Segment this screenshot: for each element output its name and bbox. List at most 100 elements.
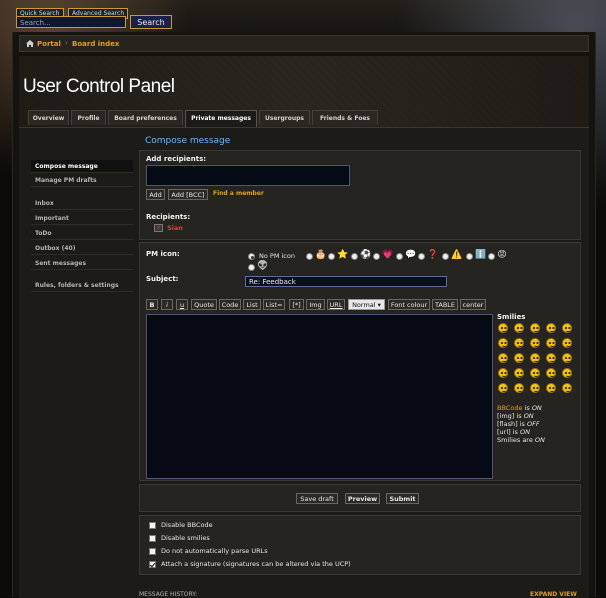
subject-label: Subject: bbox=[146, 275, 179, 283]
smiley-icon[interactable] bbox=[546, 338, 556, 348]
smiley-icon[interactable] bbox=[514, 323, 524, 333]
disable-bbcode-checkbox[interactable] bbox=[149, 522, 156, 529]
main-panel: Portal › Board index User Control Panel … bbox=[12, 32, 596, 598]
smiley-icon[interactable] bbox=[514, 383, 524, 393]
pm-icon-radio-7[interactable] bbox=[442, 253, 449, 260]
underline-button[interactable]: u bbox=[176, 299, 188, 310]
smiley-icon[interactable] bbox=[498, 368, 508, 378]
italic-button[interactable]: i bbox=[161, 299, 173, 310]
font-colour-button[interactable]: Font colour bbox=[388, 299, 430, 310]
smiley-icon[interactable] bbox=[562, 338, 572, 348]
breadcrumb-portal[interactable]: Portal bbox=[37, 40, 61, 48]
url-button[interactable]: URL bbox=[327, 299, 345, 310]
sidebar-item-todo[interactable]: ToDo bbox=[31, 227, 133, 240]
smiley-icon[interactable] bbox=[562, 383, 572, 393]
chevron-down-icon: ▾ bbox=[375, 301, 381, 309]
smiley-icon[interactable] bbox=[498, 353, 508, 363]
smiley-icon[interactable] bbox=[530, 383, 540, 393]
recipient-name[interactable]: Sian bbox=[167, 224, 183, 232]
smiley-icon[interactable] bbox=[514, 368, 524, 378]
img-state: ON bbox=[523, 412, 534, 420]
smiley-icon[interactable] bbox=[530, 338, 540, 348]
breadcrumb-board-index[interactable]: Board index bbox=[72, 40, 119, 48]
smilies-label: Smilies bbox=[497, 313, 526, 321]
smiley-icon[interactable] bbox=[546, 353, 556, 363]
smiley-icon[interactable] bbox=[546, 368, 556, 378]
pm-icon-radio-4[interactable] bbox=[373, 253, 380, 260]
center-button[interactable]: center bbox=[460, 299, 486, 310]
pm-icon-radio-1[interactable] bbox=[306, 253, 313, 260]
list-item-button[interactable]: [*] bbox=[289, 299, 304, 310]
smiley-icon[interactable] bbox=[546, 323, 556, 333]
smiley-icon[interactable] bbox=[530, 323, 540, 333]
sidebar-item-manage-drafts[interactable]: Manage PM drafts bbox=[31, 174, 133, 187]
sidebar-item-rules[interactable]: Rules, folders & settings bbox=[31, 279, 133, 292]
quote-button[interactable]: Quote bbox=[191, 299, 217, 310]
font-size-select[interactable]: Normal ▾ bbox=[348, 299, 385, 310]
flash-state: OFF bbox=[527, 420, 540, 428]
save-draft-button[interactable]: Save draft bbox=[296, 493, 338, 504]
smiley-icon[interactable] bbox=[562, 368, 572, 378]
attach-signature-checkbox[interactable] bbox=[149, 561, 156, 568]
smiley-icon[interactable] bbox=[562, 323, 572, 333]
sidebar-item-outbox[interactable]: Outbox (40) bbox=[31, 242, 133, 255]
tab-usergroups[interactable]: Usergroups bbox=[259, 110, 310, 125]
options-panel: Disable BBCode Disable smilies Do not au… bbox=[139, 515, 581, 575]
list-button[interactable]: List bbox=[243, 299, 261, 310]
table-button[interactable]: TABLE bbox=[432, 299, 458, 310]
smiley-icon[interactable] bbox=[498, 338, 508, 348]
sidebar-item-compose[interactable]: Compose message bbox=[31, 160, 133, 173]
no-parse-urls-label: Do not automatically parse URLs bbox=[161, 547, 268, 555]
sidebar-item-sent[interactable]: Sent messages bbox=[31, 257, 133, 270]
bold-button[interactable]: B bbox=[146, 299, 158, 310]
speech-bubble-icon: 💬 bbox=[405, 250, 417, 260]
recipients-label: Recipients: bbox=[146, 213, 191, 221]
subject-field[interactable]: Re: Feedback bbox=[245, 276, 447, 287]
submit-button[interactable]: Submit bbox=[386, 493, 419, 504]
tab-board-preferences[interactable]: Board preferences bbox=[108, 110, 183, 125]
add-button[interactable]: Add bbox=[146, 189, 165, 200]
attach-signature-label: Attach a signature (signatures can be al… bbox=[161, 560, 351, 568]
add-recipients-label: Add recipients: bbox=[146, 155, 207, 163]
format-toolbar: B i u Quote Code List List= [*] Img URL … bbox=[146, 299, 496, 311]
smiley-icon[interactable] bbox=[498, 383, 508, 393]
smiley-icon[interactable] bbox=[530, 368, 540, 378]
recipients-panel: Add recipients: Add Add [BCC] Find a mem… bbox=[139, 150, 581, 240]
no-parse-urls-checkbox[interactable] bbox=[149, 548, 156, 555]
remove-recipient-icon[interactable]: x bbox=[154, 224, 163, 232]
tab-overview[interactable]: Overview bbox=[28, 110, 69, 125]
message-textarea[interactable] bbox=[146, 314, 493, 479]
pm-icon-radio-3[interactable] bbox=[351, 253, 358, 260]
pm-icon-radio-5[interactable] bbox=[396, 253, 403, 260]
smiley-icon[interactable] bbox=[514, 338, 524, 348]
no-pm-icon-radio[interactable] bbox=[248, 253, 255, 260]
preview-button[interactable]: Preview bbox=[345, 493, 380, 504]
tab-friends-foes[interactable]: Friends & Foes bbox=[312, 110, 378, 125]
sidebar-item-inbox[interactable]: Inbox bbox=[31, 197, 133, 210]
smiley-icon[interactable] bbox=[546, 383, 556, 393]
disable-smilies-checkbox[interactable] bbox=[149, 535, 156, 542]
add-bcc-button[interactable]: Add [BCC] bbox=[168, 189, 208, 200]
smiley-icon[interactable] bbox=[530, 353, 540, 363]
list-eq-button[interactable]: List= bbox=[263, 299, 285, 310]
tab-profile[interactable]: Profile bbox=[71, 110, 106, 125]
pm-icon-radio-9[interactable] bbox=[488, 253, 495, 260]
pm-icon-radio-2[interactable] bbox=[328, 253, 335, 260]
smiley-icon[interactable] bbox=[498, 323, 508, 333]
smiley-icon[interactable] bbox=[514, 353, 524, 363]
bbcode-link[interactable]: BBCode bbox=[497, 404, 522, 412]
smilies-panel bbox=[498, 323, 578, 395]
code-button[interactable]: Code bbox=[219, 299, 241, 310]
add-recipients-field[interactable] bbox=[146, 165, 350, 186]
smiley-icon[interactable] bbox=[562, 353, 572, 363]
search-button[interactable]: Search bbox=[130, 15, 172, 29]
section-title: Compose message bbox=[145, 136, 231, 146]
img-button[interactable]: Img bbox=[306, 299, 325, 310]
pm-icon-radio-8[interactable] bbox=[466, 253, 473, 260]
pm-icon-radio-6[interactable] bbox=[418, 253, 425, 260]
sidebar-item-important[interactable]: Important bbox=[31, 212, 133, 225]
find-member-link[interactable]: Find a member bbox=[213, 190, 264, 197]
pm-icon-radio-10[interactable] bbox=[248, 264, 255, 271]
search-input[interactable]: Search... bbox=[16, 16, 126, 28]
tab-private-messages[interactable]: Private messages bbox=[185, 110, 257, 127]
